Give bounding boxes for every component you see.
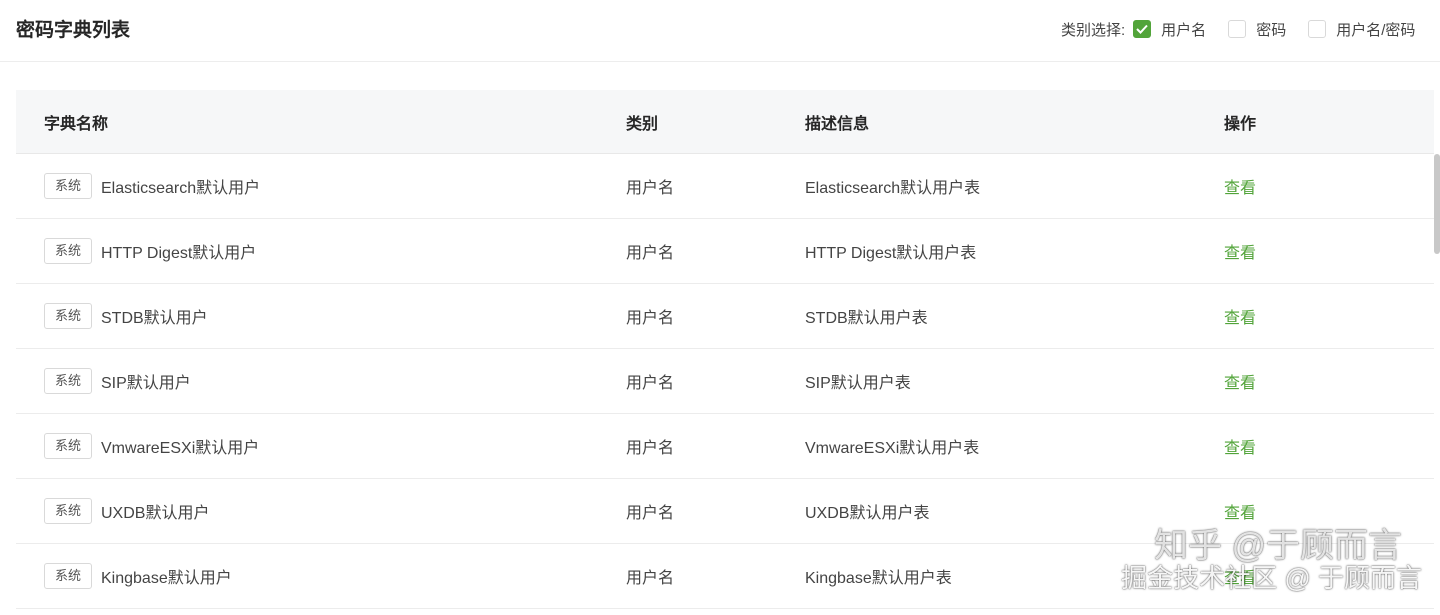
system-tag: 系统 [44, 563, 92, 589]
system-tag: 系统 [44, 173, 92, 199]
table-row: 系统 Elasticsearch默认用户 用户名 Elasticsearch默认用户表… [16, 154, 1434, 219]
category-cell: 用户名 [626, 310, 675, 327]
category-cell: 用户名 [626, 245, 675, 262]
category-cell: 用户名 [626, 440, 675, 457]
page-title: 密码字典列表 [16, 20, 131, 41]
category-cell: 用户名 [626, 505, 675, 522]
filter-option-password[interactable]: 密码 [1228, 19, 1286, 40]
table-row: 系统 STDB默认用户 用户名 STDB默认用户表 查看 [16, 284, 1434, 349]
system-tag: 系统 [44, 303, 92, 329]
filter-option-username-password[interactable]: 用户名/密码 [1308, 19, 1415, 40]
filter-label: 类别选择: [1061, 21, 1126, 39]
dictionary-name: VmwareESXi默认用户 [101, 440, 260, 457]
dictionary-name: UXDB默认用户 [101, 505, 210, 522]
table-row: 系统 VmwareESXi默认用户 用户名 VmwareESXi默认用户表 查看 [16, 414, 1434, 479]
view-link[interactable]: 查看 [1224, 304, 1256, 328]
dictionary-name-cell: 系统 HTTP Digest默认用户 [44, 238, 256, 264]
description-cell: Kingbase默认用户表 [805, 570, 952, 587]
table-row: 系统 HTTP Digest默认用户 用户名 HTTP Digest默认用户表 查看 [16, 219, 1434, 284]
dictionary-name-cell: 系统 Kingbase默认用户 [44, 563, 232, 589]
table-header: 字典名称 类别 描述信息 操作 [16, 90, 1434, 154]
column-header-name: 字典名称 [44, 115, 109, 133]
table-row: 系统 SIP默认用户 用户名 SIP默认用户表 查看 [16, 349, 1434, 414]
filter-option-username[interactable]: 用户名 [1133, 19, 1206, 40]
dictionary-name: STDB默认用户 [101, 310, 208, 327]
category-cell: 用户名 [626, 570, 675, 587]
description-cell: UXDB默认用户表 [805, 505, 930, 522]
dictionary-name-cell: 系统 UXDB默认用户 [44, 498, 209, 524]
checkbox-username[interactable] [1133, 20, 1152, 38]
description-cell: Elasticsearch默认用户表 [805, 180, 981, 197]
filter-option-label: 用户名 [1161, 21, 1207, 39]
description-cell: HTTP Digest默认用户表 [805, 245, 977, 262]
table-body: 系统 Elasticsearch默认用户 用户名 Elasticsearch默认用户表… [16, 154, 1434, 609]
system-tag: 系统 [44, 433, 92, 459]
page-header: 密码字典列表 类别选择: 用户名 密码 用户名/密码 [0, 0, 1440, 62]
dictionary-name-cell: 系统 Elasticsearch默认用户 [44, 173, 260, 199]
dictionary-name-cell: 系统 SIP默认用户 [44, 368, 191, 394]
category-cell: 用户名 [626, 180, 675, 197]
dictionary-name: HTTP Digest默认用户 [101, 245, 257, 262]
description-cell: STDB默认用户表 [805, 310, 928, 327]
column-header-type: 类别 [626, 115, 659, 133]
dictionary-name: SIP默认用户 [101, 375, 191, 392]
view-link[interactable]: 查看 [1224, 239, 1256, 263]
filter-option-label: 密码 [1256, 21, 1287, 39]
filter-option-label: 用户名/密码 [1336, 21, 1416, 39]
description-cell: VmwareESXi默认用户表 [805, 440, 980, 457]
view-link[interactable]: 查看 [1224, 174, 1256, 198]
dictionary-name-cell: 系统 VmwareESXi默认用户 [44, 433, 259, 459]
check-icon [1136, 24, 1148, 34]
category-cell: 用户名 [626, 375, 675, 392]
table-row: 系统 UXDB默认用户 用户名 UXDB默认用户表 查看 [16, 479, 1434, 544]
system-tag: 系统 [44, 238, 92, 264]
system-tag: 系统 [44, 368, 92, 394]
system-tag: 系统 [44, 498, 92, 524]
checkbox-password[interactable] [1228, 20, 1247, 38]
column-header-action: 操作 [1224, 115, 1257, 133]
description-cell: SIP默认用户表 [805, 375, 911, 392]
dictionary-name: Elasticsearch默认用户 [101, 180, 261, 197]
dictionary-table: 字典名称 类别 描述信息 操作 系统 Elasticsearch默认用户 用户名 El… [16, 90, 1434, 609]
dictionary-name: Kingbase默认用户 [101, 570, 232, 587]
view-link[interactable]: 查看 [1224, 369, 1256, 393]
view-link[interactable]: 查看 [1224, 499, 1256, 523]
view-link[interactable]: 查看 [1224, 434, 1256, 458]
scrollbar[interactable] [1434, 154, 1440, 254]
dictionary-name-cell: 系统 STDB默认用户 [44, 303, 208, 329]
checkbox-username-password[interactable] [1308, 20, 1327, 38]
view-link[interactable]: 查看 [1224, 564, 1256, 588]
table-row: 系统 Kingbase默认用户 用户名 Kingbase默认用户表 查看 [16, 544, 1434, 609]
category-filter: 类别选择: 用户名 密码 用户名/密码 [1061, 18, 1415, 40]
column-header-desc: 描述信息 [805, 115, 870, 133]
